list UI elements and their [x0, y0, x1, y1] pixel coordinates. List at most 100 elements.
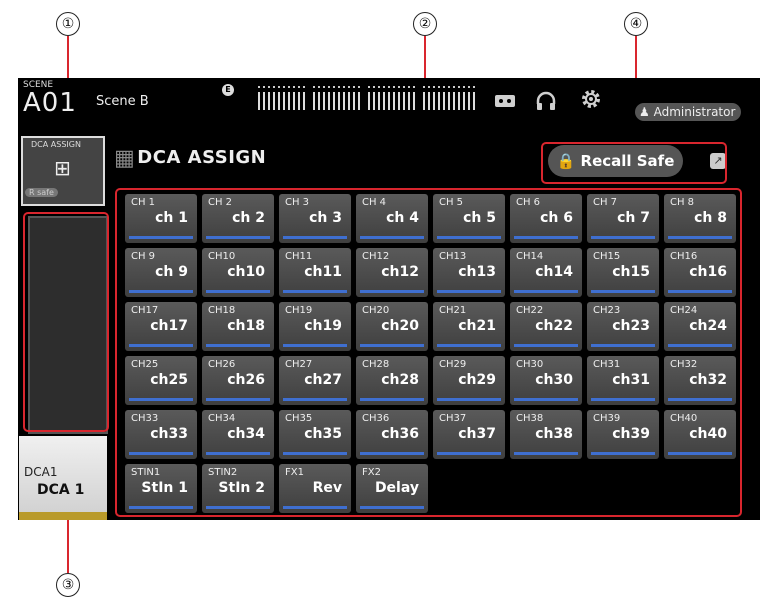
- meter-dot: [258, 86, 260, 88]
- meter-dot: [473, 86, 475, 88]
- grid-icon: ⊞: [54, 156, 71, 180]
- meter-dot: [378, 86, 380, 88]
- meter-dot: [328, 86, 330, 88]
- meter-dot: [458, 86, 460, 88]
- meter-dot: [293, 86, 295, 88]
- highlight-box-4: [541, 142, 727, 184]
- meter-bar: [268, 92, 270, 110]
- callout-4: ④: [624, 12, 648, 36]
- meter-dot: [423, 86, 425, 88]
- meter-dot: [278, 86, 280, 88]
- meter-bar: [298, 92, 300, 110]
- meter-dot: [288, 86, 290, 88]
- meter-dot: [368, 86, 370, 88]
- page-title: ▦ DCA ASSIGN: [114, 146, 266, 171]
- meter-bar: [278, 92, 280, 110]
- meter-bar: [458, 92, 460, 110]
- headphones-icon[interactable]: [535, 90, 557, 117]
- cassette-icon[interactable]: [494, 93, 516, 113]
- meter-dot: [453, 86, 455, 88]
- dca-assign-sidebar-button[interactable]: DCA ASSIGN ⊞ R safe: [21, 136, 105, 206]
- meter-dot: [403, 86, 405, 88]
- meter-bar: [443, 92, 445, 110]
- meter-bar: [413, 92, 415, 110]
- meter-dot: [313, 86, 315, 88]
- meter-bar: [393, 92, 395, 110]
- meter-bar: [323, 92, 325, 110]
- meter-bar: [378, 92, 380, 110]
- callout-1: ①: [56, 12, 80, 36]
- meter-dot: [413, 86, 415, 88]
- dca-name: DCA 1: [37, 482, 85, 498]
- meter-bar: [368, 92, 370, 110]
- meter-bar: [423, 92, 425, 110]
- meter-dot: [333, 86, 335, 88]
- meter-bar: [463, 92, 465, 110]
- meter-dot: [388, 86, 390, 88]
- meter-dot: [463, 86, 465, 88]
- scene-name[interactable]: Scene B: [96, 94, 149, 109]
- meter-dot: [393, 86, 395, 88]
- meter-bar: [388, 92, 390, 110]
- meter-dot: [358, 86, 360, 88]
- meter-dot: [273, 86, 275, 88]
- meter-dot: [263, 86, 265, 88]
- meter-bar: [343, 92, 345, 110]
- sidebar-button-label: DCA ASSIGN: [31, 140, 81, 149]
- meter-bar: [328, 92, 330, 110]
- meter-bar: [338, 92, 340, 110]
- scene-edit-badge: E: [222, 84, 234, 96]
- meter-bar: [353, 92, 355, 110]
- meter-bar: [428, 92, 430, 110]
- meter-dot: [318, 86, 320, 88]
- dca-color-bar: [19, 512, 107, 520]
- meter-dot: [268, 86, 270, 88]
- meter-dot: [408, 86, 410, 88]
- dca-strip[interactable]: DCA1 DCA 1: [19, 436, 107, 520]
- meter-bar: [293, 92, 295, 110]
- meter-bar: [263, 92, 265, 110]
- callout-2: ②: [413, 12, 437, 36]
- meter-bar: [283, 92, 285, 110]
- meter-dot: [298, 86, 300, 88]
- user-badge[interactable]: ♟ Administrator: [635, 103, 742, 121]
- meter-dot: [428, 86, 430, 88]
- level-meter: [258, 86, 478, 118]
- meter-bar: [403, 92, 405, 110]
- meter-bar: [373, 92, 375, 110]
- meter-dot: [433, 86, 435, 88]
- meter-bar: [448, 92, 450, 110]
- user-role: Administrator: [653, 105, 736, 119]
- meter-bar: [383, 92, 385, 110]
- top-bar: SCENE A01 Scene B E ♟ Administrator: [18, 78, 760, 124]
- callout-3: ③: [56, 573, 80, 597]
- meter-bar: [358, 92, 360, 110]
- meter-bar: [398, 92, 400, 110]
- meter-dot: [348, 86, 350, 88]
- meter-dot: [303, 86, 305, 88]
- person-icon: ♟: [639, 105, 650, 119]
- gear-icon[interactable]: [580, 88, 602, 115]
- meter-bar: [333, 92, 335, 110]
- scene-number[interactable]: A01: [23, 88, 77, 118]
- meter-bar: [433, 92, 435, 110]
- highlight-box-1: [23, 212, 109, 432]
- meter-dot: [443, 86, 445, 88]
- meter-bar: [303, 92, 305, 110]
- meter-dot: [353, 86, 355, 88]
- meter-bar: [313, 92, 315, 110]
- meter-bar: [258, 92, 260, 110]
- meter-dot: [398, 86, 400, 88]
- meter-dot: [338, 86, 340, 88]
- meter-bar: [438, 92, 440, 110]
- meter-bar: [468, 92, 470, 110]
- meter-bar: [348, 92, 350, 110]
- meter-dot: [468, 86, 470, 88]
- rsafe-badge: R safe: [25, 188, 58, 197]
- meter-bar: [453, 92, 455, 110]
- meter-bar: [288, 92, 290, 110]
- meter-bar: [408, 92, 410, 110]
- meter-dot: [448, 86, 450, 88]
- meter-dot: [323, 86, 325, 88]
- page-title-text: DCA ASSIGN: [137, 147, 267, 168]
